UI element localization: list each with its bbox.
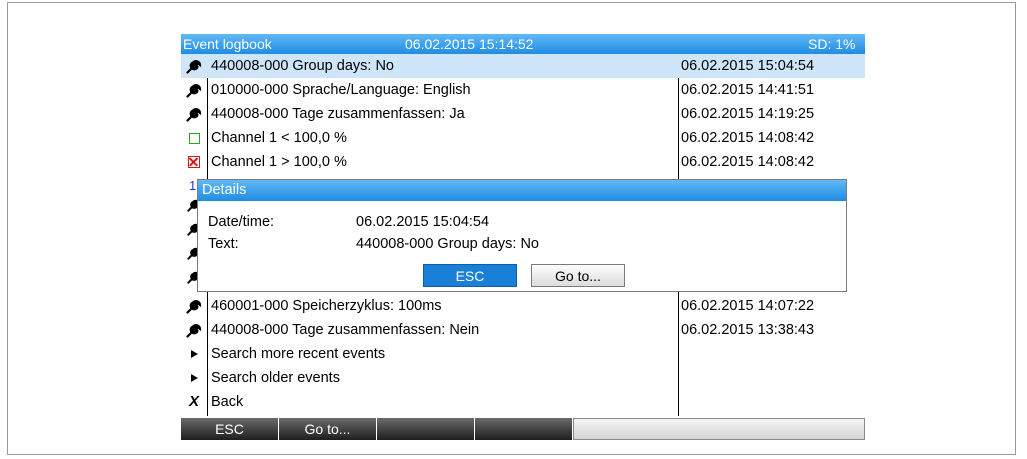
event-row[interactable]: Channel 1 > 100,0 % 06.02.2015 14:08:42 <box>181 150 865 174</box>
event-row[interactable]: 440008-000 Tage zusammenfassen: Nein 06.… <box>181 318 865 342</box>
title-bar: Event logbook 06.02.2015 15:14:52 SD: 1% <box>181 34 865 54</box>
details-dialog: Details Date/time: 06.02.2015 15:04:54 T… <box>197 179 847 292</box>
page-title: Event logbook <box>183 36 272 52</box>
green-square-icon <box>185 126 203 150</box>
event-time: 06.02.2015 14:19:25 <box>681 106 815 122</box>
softkey-5[interactable] <box>573 418 865 440</box>
text-value: 440008-000 Group days: No <box>356 236 539 252</box>
event-row[interactable]: 440008-000 Tage zusammenfassen: Ja 06.02… <box>181 102 865 126</box>
menu-item-label: Back <box>211 394 244 410</box>
wrench-icon <box>185 78 203 102</box>
device-screen: Event logbook 06.02.2015 15:14:52 SD: 1%… <box>181 34 865 441</box>
text-label: Text: <box>208 236 239 252</box>
event-text: 440008-000 Group days: No <box>211 58 394 74</box>
event-time: 06.02.2015 14:41:51 <box>681 82 815 98</box>
event-row[interactable]: 010000-000 Sprache/Language: English 06.… <box>181 78 865 102</box>
softkey-goto[interactable]: Go to... <box>279 418 377 440</box>
back-item[interactable]: X Back <box>181 390 865 414</box>
back-x-icon: X <box>188 393 199 410</box>
wrench-icon <box>185 54 203 78</box>
menu-item-label: Search more recent events <box>211 346 386 362</box>
event-time: 06.02.2015 13:38:43 <box>681 322 815 338</box>
event-time: 06.02.2015 15:04:54 <box>681 58 815 74</box>
event-time: 06.02.2015 14:07:22 <box>681 298 815 314</box>
softkey-4[interactable] <box>475 418 573 440</box>
event-time: 06.02.2015 14:08:42 <box>681 130 815 146</box>
menu-item-label: Search older events <box>211 370 340 386</box>
triangle-icon <box>185 342 203 366</box>
wrench-icon <box>185 102 203 126</box>
softkey-3[interactable] <box>377 418 475 440</box>
date-label: Date/time: <box>208 214 275 230</box>
event-text: 440008-000 Tage zusammenfassen: Nein <box>211 322 480 338</box>
triangle-icon <box>185 366 203 390</box>
event-text: 440008-000 Tage zusammenfassen: Ja <box>211 106 465 122</box>
event-text: Channel 1 < 100,0 % <box>211 130 347 146</box>
event-time: 06.02.2015 14:08:42 <box>681 154 815 170</box>
sd-status: SD: 1% <box>808 36 856 52</box>
event-text: 010000-000 Sprache/Language: English <box>211 82 471 98</box>
goto-button[interactable]: Go to... <box>531 264 625 287</box>
wrench-icon <box>185 294 203 318</box>
event-row[interactable]: 440008-000 Group days: No 06.02.2015 15:… <box>181 54 865 78</box>
red-x-square-icon <box>185 150 203 174</box>
softkey-bar: ESC Go to... <box>181 418 865 440</box>
softkey-esc[interactable]: ESC <box>181 418 279 440</box>
date-value: 06.02.2015 15:04:54 <box>356 214 490 230</box>
wrench-icon <box>185 318 203 342</box>
search-older-item[interactable]: Search older events <box>181 366 865 390</box>
event-text: Channel 1 > 100,0 % <box>211 154 347 170</box>
dialog-title: Details <box>198 180 846 201</box>
hidden-row-marker: 1 <box>189 178 197 193</box>
event-row[interactable]: 460001-000 Speicherzyklus: 100ms 06.02.2… <box>181 294 865 318</box>
esc-button[interactable]: ESC <box>423 264 517 287</box>
event-row[interactable]: Channel 1 < 100,0 % 06.02.2015 14:08:42 <box>181 126 865 150</box>
search-recent-item[interactable]: Search more recent events <box>181 342 865 366</box>
header-datetime: 06.02.2015 15:14:52 <box>405 36 534 52</box>
event-text: 460001-000 Speicherzyklus: 100ms <box>211 298 442 314</box>
